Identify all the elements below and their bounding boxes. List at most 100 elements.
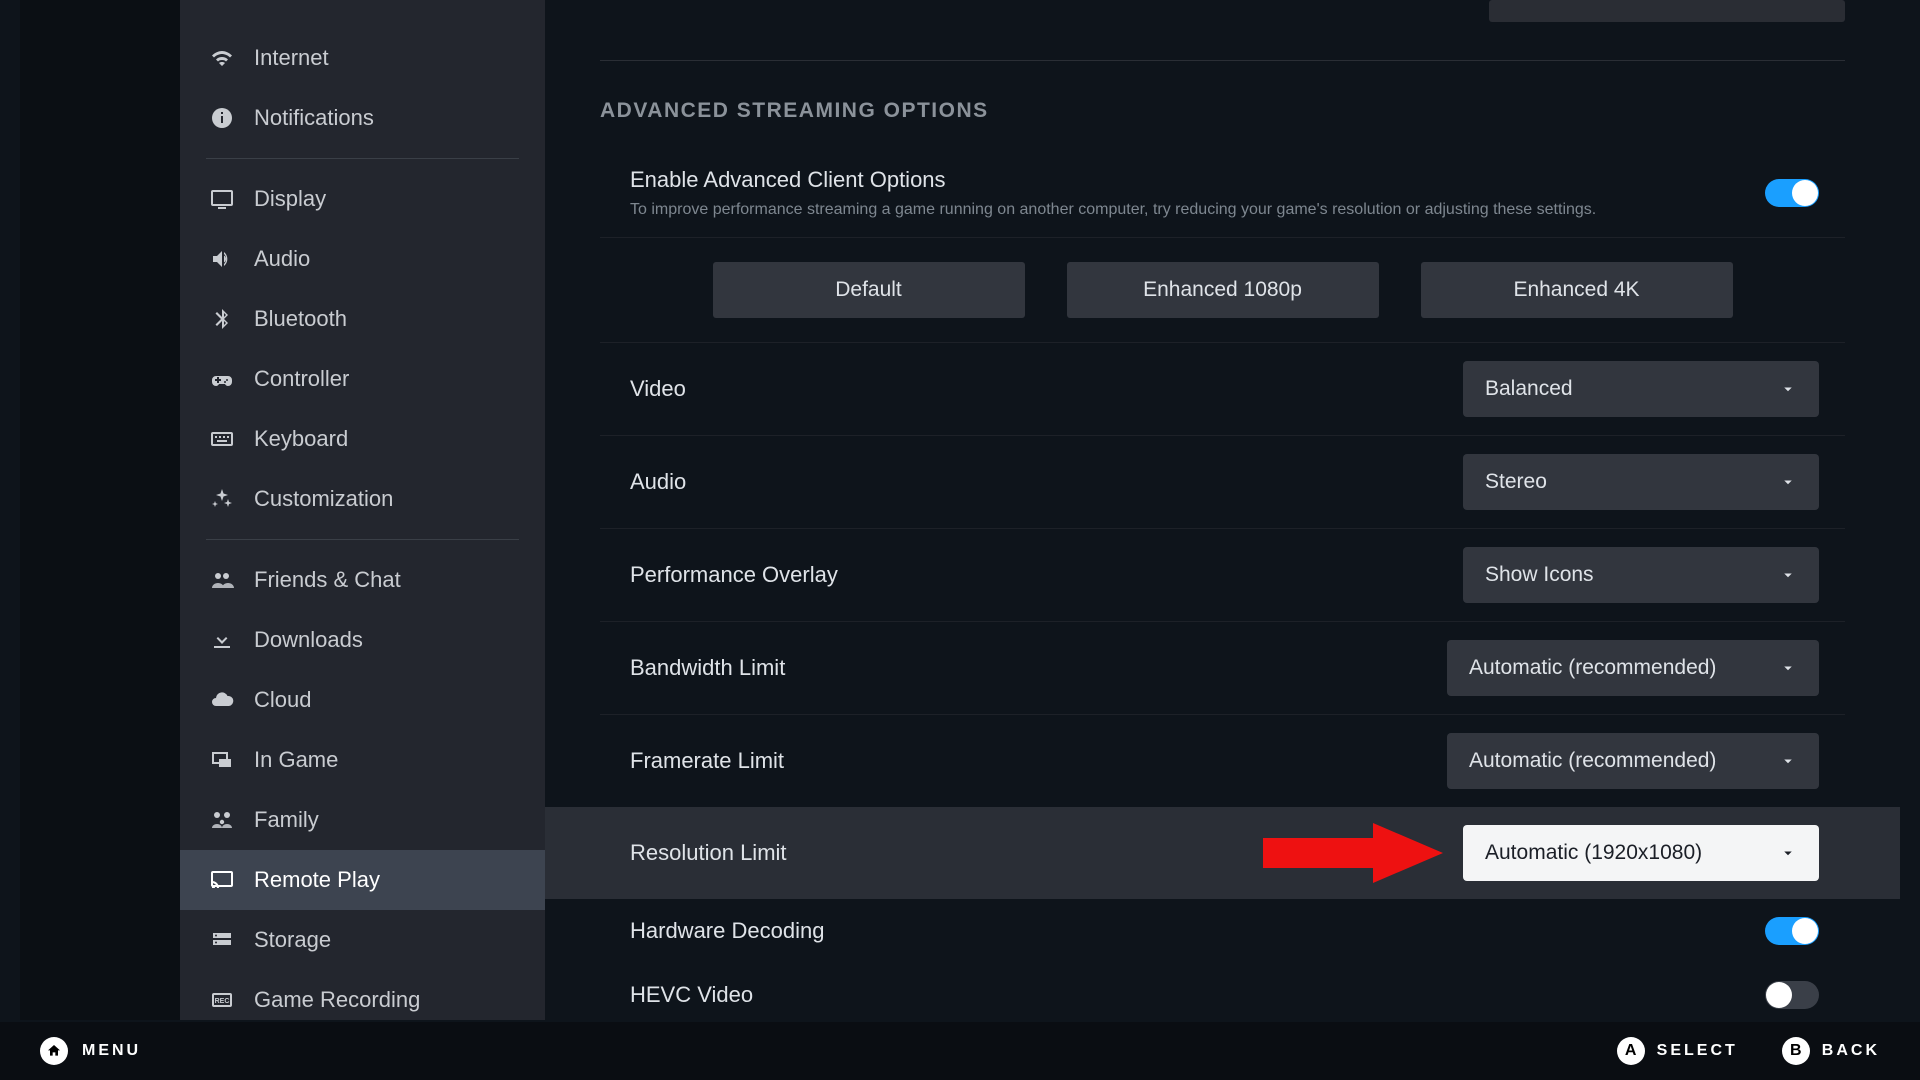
sidebar-divider xyxy=(206,158,519,159)
sidebar-item-storage[interactable]: Storage xyxy=(180,910,545,970)
keyboard-icon xyxy=(210,427,234,451)
menu-label: MENU xyxy=(82,1042,141,1060)
sidebar-item-family[interactable]: Family xyxy=(180,790,545,850)
dropdown-value: Automatic (recommended) xyxy=(1469,656,1716,680)
enable-advanced-label: Enable Advanced Client Options xyxy=(630,167,1765,193)
bottom-bar: MENU A SELECT B BACK xyxy=(0,1022,1920,1080)
chevron-down-icon xyxy=(1779,380,1797,398)
preset-default-button[interactable]: Default xyxy=(713,262,1025,318)
family-icon xyxy=(210,808,234,832)
perf-overlay-dropdown[interactable]: Show Icons xyxy=(1463,547,1819,603)
select-label: SELECT xyxy=(1657,1042,1738,1060)
sidebar-divider xyxy=(206,539,519,540)
sidebar-item-ingame[interactable]: In Game xyxy=(180,730,545,790)
hevc-toggle[interactable] xyxy=(1765,981,1819,1009)
row-framerate: Framerate Limit Automatic (recommended) xyxy=(600,714,1845,807)
sidebar-item-label: Remote Play xyxy=(254,867,380,893)
chevron-down-icon xyxy=(1779,659,1797,677)
sidebar-item-label: Downloads xyxy=(254,627,363,653)
settings-window: Internet Notifications Display Audio Blu… xyxy=(20,0,1900,1020)
sidebar-item-label: Keyboard xyxy=(254,426,348,452)
preset-4k-button[interactable]: Enhanced 4K xyxy=(1421,262,1733,318)
framerate-label: Framerate Limit xyxy=(630,748,784,774)
bandwidth-dropdown[interactable]: Automatic (recommended) xyxy=(1447,640,1819,696)
sidebar-item-notifications[interactable]: Notifications xyxy=(180,88,545,148)
sidebar-item-display[interactable]: Display xyxy=(180,169,545,229)
hw-decoding-label: Hardware Decoding xyxy=(630,918,824,944)
a-button-glyph[interactable]: A xyxy=(1617,1037,1645,1065)
sidebar-item-remoteplay[interactable]: Remote Play xyxy=(180,850,545,910)
rec-icon: REC xyxy=(210,988,234,1012)
row-bandwidth: Bandwidth Limit Automatic (recommended) xyxy=(600,621,1845,714)
row-perf-overlay: Performance Overlay Show Icons xyxy=(600,528,1845,621)
sidebar-item-bluetooth[interactable]: Bluetooth xyxy=(180,289,545,349)
display-icon xyxy=(210,187,234,211)
info-icon xyxy=(210,106,234,130)
chevron-down-icon xyxy=(1779,752,1797,770)
chevron-down-icon xyxy=(1779,844,1797,862)
sidebar-item-label: Customization xyxy=(254,486,393,512)
storage-icon xyxy=(210,928,234,952)
chevron-down-icon xyxy=(1779,566,1797,584)
sidebar-item-label: Friends & Chat xyxy=(254,567,401,593)
sidebar-item-controller[interactable]: Controller xyxy=(180,349,545,409)
back-label: BACK xyxy=(1822,1042,1880,1060)
dropdown-value: Stereo xyxy=(1485,470,1547,494)
hw-decoding-toggle[interactable] xyxy=(1765,917,1819,945)
sidebar-item-downloads[interactable]: Downloads xyxy=(180,610,545,670)
annotation-arrow-icon xyxy=(1263,818,1443,888)
sidebar-item-keyboard[interactable]: Keyboard xyxy=(180,409,545,469)
friends-icon xyxy=(210,568,234,592)
sidebar: Internet Notifications Display Audio Blu… xyxy=(180,0,545,1020)
sidebar-item-friends[interactable]: Friends & Chat xyxy=(180,550,545,610)
enable-advanced-toggle[interactable] xyxy=(1765,179,1819,207)
cutoff-dropdown[interactable] xyxy=(1489,0,1845,22)
sidebar-item-label: Display xyxy=(254,186,326,212)
dropdown-value: Automatic (1920x1080) xyxy=(1485,841,1702,865)
previous-row-tail xyxy=(600,0,1845,60)
sidebar-item-label: Bluetooth xyxy=(254,306,347,332)
resolution-label: Resolution Limit xyxy=(630,840,787,866)
sidebar-item-audio[interactable]: Audio xyxy=(180,229,545,289)
download-icon xyxy=(210,628,234,652)
video-dropdown[interactable]: Balanced xyxy=(1463,361,1819,417)
chevron-down-icon xyxy=(1779,473,1797,491)
b-button-glyph[interactable]: B xyxy=(1782,1037,1810,1065)
sidebar-item-label: Internet xyxy=(254,45,329,71)
bluetooth-icon xyxy=(210,307,234,331)
audio-dropdown[interactable]: Stereo xyxy=(1463,454,1819,510)
sidebar-item-label: Cloud xyxy=(254,687,311,713)
section-title: ADVANCED STREAMING OPTIONS xyxy=(600,99,1845,123)
sidebar-item-label: Storage xyxy=(254,927,331,953)
sidebar-item-label: Audio xyxy=(254,246,310,272)
row-audio: Audio Stereo xyxy=(600,435,1845,528)
left-gutter xyxy=(20,0,180,1020)
perf-overlay-label: Performance Overlay xyxy=(630,562,838,588)
preset-1080p-button[interactable]: Enhanced 1080p xyxy=(1067,262,1379,318)
settings-content: ADVANCED STREAMING OPTIONS Enable Advanc… xyxy=(545,0,1900,1020)
bandwidth-label: Bandwidth Limit xyxy=(630,655,785,681)
sparkle-icon xyxy=(210,487,234,511)
sidebar-item-label: Controller xyxy=(254,366,349,392)
cast-icon xyxy=(210,868,234,892)
row-hevc: HEVC Video xyxy=(600,963,1845,1020)
row-hw-decoding: Hardware Decoding xyxy=(600,899,1845,963)
audio-icon xyxy=(210,247,234,271)
sidebar-item-cloud[interactable]: Cloud xyxy=(180,670,545,730)
video-label: Video xyxy=(630,376,686,402)
overlay-icon xyxy=(210,748,234,772)
sidebar-item-gamerecording[interactable]: REC Game Recording xyxy=(180,970,545,1020)
menu-glyph[interactable] xyxy=(40,1037,68,1065)
cloud-icon xyxy=(210,688,234,712)
framerate-dropdown[interactable]: Automatic (recommended) xyxy=(1447,733,1819,789)
enable-advanced-help: To improve performance streaming a game … xyxy=(630,201,1765,219)
sidebar-item-label: Notifications xyxy=(254,105,374,131)
sidebar-item-internet[interactable]: Internet xyxy=(180,28,545,88)
controller-icon xyxy=(210,367,234,391)
sidebar-item-label: Game Recording xyxy=(254,987,420,1013)
row-video: Video Balanced xyxy=(600,342,1845,435)
preset-row: Default Enhanced 1080p Enhanced 4K xyxy=(600,237,1845,342)
wifi-icon xyxy=(210,46,234,70)
sidebar-item-customization[interactable]: Customization xyxy=(180,469,545,529)
resolution-dropdown[interactable]: Automatic (1920x1080) xyxy=(1463,825,1819,881)
